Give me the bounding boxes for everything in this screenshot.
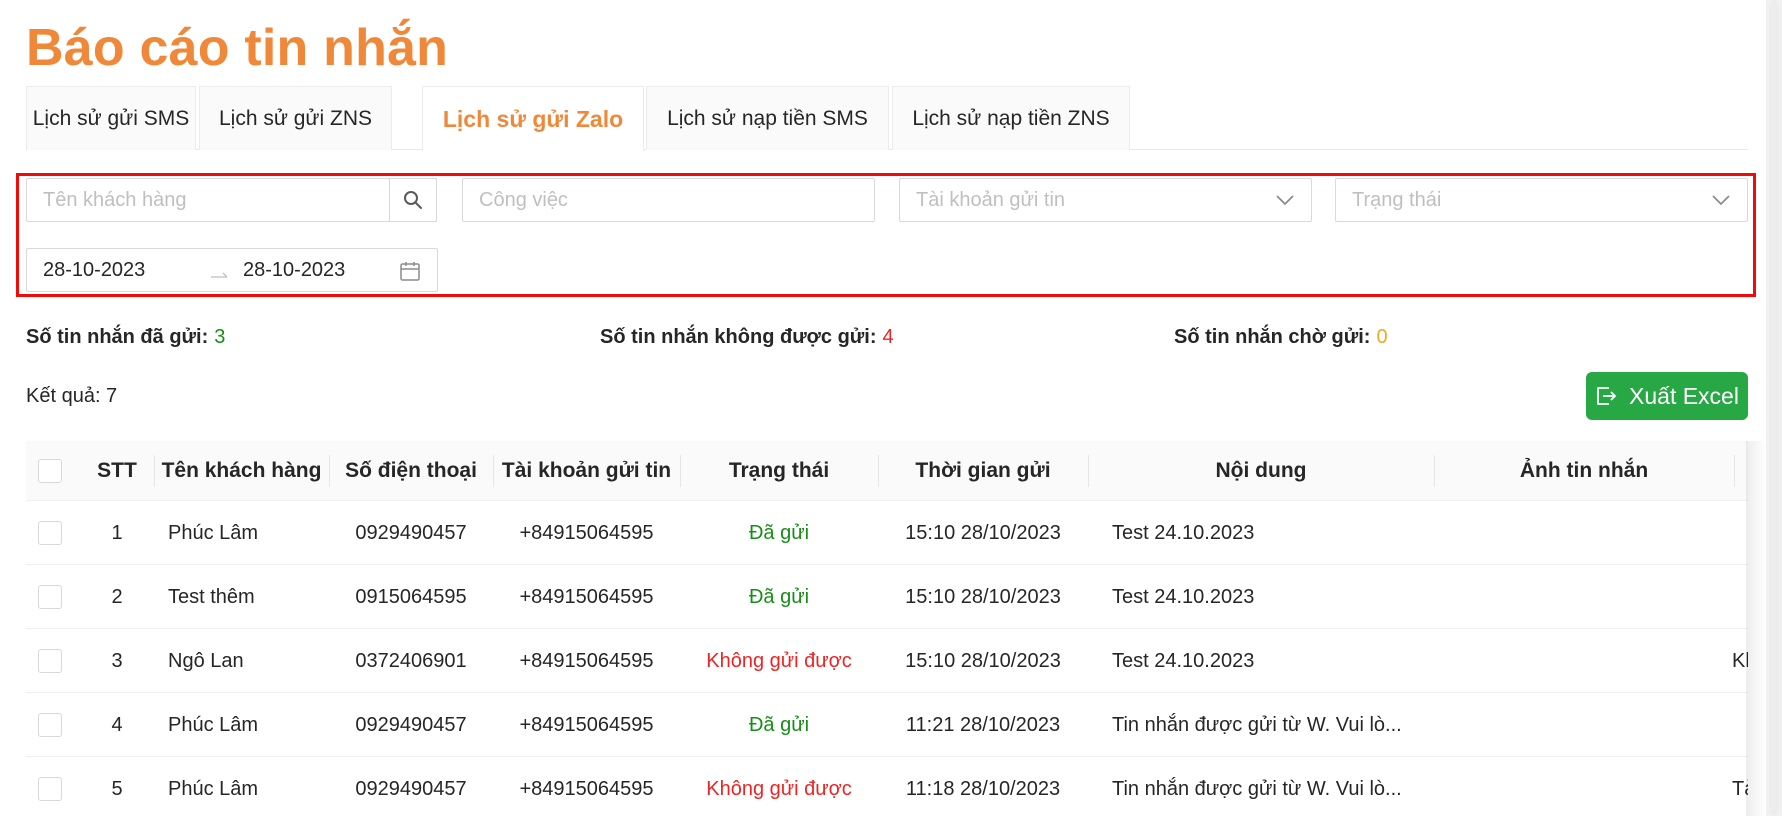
table-row[interactable]: 5 Phúc Lâm 0929490457 +84915064595 Không…: [26, 757, 1748, 816]
message-table: STT Tên khách hàng Số điện thoại Tài kho…: [26, 441, 1748, 816]
stat-sent: Số tin nhắn đã gửi: 3: [26, 326, 225, 349]
cell-customer-name: Phúc Lâm: [168, 713, 259, 736]
cell-phone: 0929490457: [355, 713, 467, 736]
cell-phone: 0915064595: [355, 585, 467, 608]
job-field[interactable]: [479, 188, 874, 212]
stat-failed: Số tin nhắn không được gửi: 4: [600, 326, 894, 349]
cell-status: Đã gửi: [748, 713, 810, 736]
account-select[interactable]: Tài khoản gửi tin: [899, 178, 1312, 222]
cell-send-time: 15:10 28/10/2023: [905, 649, 1061, 672]
chevron-down-icon: [1712, 195, 1730, 206]
cell-content: Test 24.10.2023: [1112, 649, 1255, 672]
cell-customer-name: Phúc Lâm: [168, 521, 259, 544]
cell-stt: 2: [111, 585, 123, 608]
tab-sms-history[interactable]: Lịch sử gửi SMS: [26, 86, 196, 150]
stat-pending-value: 0: [1376, 326, 1388, 348]
cell-sending-account: +84915064595: [519, 713, 654, 736]
search-button[interactable]: [389, 178, 437, 222]
cell-status: Đã gửi: [748, 521, 810, 544]
col-customer-name: Tên khách hàng: [161, 459, 322, 482]
cell-send-time: 11:21 28/10/2023: [905, 713, 1061, 736]
cell-stt: 3: [111, 649, 123, 672]
row-checkbox[interactable]: [38, 649, 62, 673]
cell-phone: 0929490457: [355, 521, 467, 544]
col-status: Trạng thái: [728, 459, 830, 482]
page-title: Báo cáo tin nhắn: [26, 19, 449, 77]
table-row[interactable]: 1 Phúc Lâm 0929490457 +84915064595 Đã gử…: [26, 501, 1748, 565]
cell-phone: 0929490457: [355, 777, 467, 800]
search-icon: [404, 191, 422, 209]
job-input[interactable]: [462, 178, 875, 222]
date-from[interactable]: 28-10-2023: [43, 259, 145, 282]
status-select-placeholder: Trạng thái: [1352, 188, 1442, 211]
result-count: Kết quả: 7: [26, 385, 118, 407]
range-separator-icon: [211, 272, 228, 278]
stat-sent-label: Số tin nhắn đã gửi:: [26, 326, 209, 348]
stat-pending: Số tin nhắn chờ gửi: 0: [1174, 326, 1388, 349]
cell-content: Tin nhắn được gửi từ W. Vui lò...: [1112, 713, 1402, 736]
col-message-image: Ảnh tin nhắn: [1519, 459, 1649, 482]
cell-stt: 4: [111, 713, 123, 736]
date-to[interactable]: 28-10-2023: [243, 259, 345, 282]
table-row[interactable]: 2 Test thêm 0915064595 +84915064595 Đã g…: [26, 565, 1748, 629]
page-scrollbar[interactable]: [1766, 0, 1782, 816]
select-all-checkbox[interactable]: [38, 459, 62, 483]
col-sending-account: Tài khoản gửi tin: [501, 459, 672, 482]
table-row[interactable]: 3 Ngô Lan 0372406901 +84915064595 Không …: [26, 629, 1748, 693]
cell-stt: 1: [111, 521, 123, 544]
cell-sending-account: +84915064595: [519, 585, 654, 608]
tab-sms-topup-history[interactable]: Lịch sử nạp tiền SMS: [646, 86, 889, 150]
customer-name-input[interactable]: [26, 178, 390, 222]
cell-status: Đã gửi: [748, 585, 810, 608]
col-send-time: Thời gian gửi: [915, 459, 1051, 482]
tab-zalo-history[interactable]: Lịch sử gửi Zalo: [422, 86, 644, 151]
col-phone: Số điện thoại: [345, 459, 477, 482]
stat-sent-value: 3: [214, 326, 226, 348]
cell-content: Test 24.10.2023: [1112, 585, 1255, 608]
stat-failed-value: 4: [882, 326, 894, 348]
cell-customer-name: Test thêm: [168, 585, 255, 608]
stat-failed-label: Số tin nhắn không được gửi:: [600, 326, 877, 348]
cell-content: Test 24.10.2023: [1112, 521, 1255, 544]
calendar-icon: [400, 262, 420, 281]
export-excel-button[interactable]: Xuất Excel: [1586, 372, 1748, 420]
cell-customer-name: Phúc Lâm: [168, 777, 259, 800]
col-content: Nội dung: [1215, 459, 1307, 482]
row-checkbox[interactable]: [38, 585, 62, 609]
col-stt: STT: [97, 459, 137, 482]
cell-sending-account: +84915064595: [519, 521, 654, 544]
cell-status: Không gửi được: [706, 777, 852, 800]
cell-stt: 5: [111, 777, 123, 800]
report-tabs: Lịch sử gửi SMS Lịch sử gửi ZNS Lịch sử …: [26, 86, 1748, 151]
row-checkbox[interactable]: [38, 521, 62, 545]
table-header: STT Tên khách hàng Số điện thoại Tài kho…: [26, 441, 1748, 501]
status-select[interactable]: Trạng thái: [1335, 178, 1748, 222]
scrollbar-thumb[interactable]: [1769, 0, 1779, 816]
export-icon: [1597, 387, 1617, 405]
cell-sending-account: +84915064595: [519, 777, 654, 800]
cell-status: Không gửi được: [706, 649, 852, 672]
customer-name-field[interactable]: [43, 188, 389, 212]
cell-send-time: 11:18 28/10/2023: [905, 777, 1061, 800]
date-range-picker[interactable]: 28-10-2023 28-10-2023: [26, 248, 438, 292]
account-select-placeholder: Tài khoản gửi tin: [916, 188, 1066, 211]
chevron-down-icon: [1276, 195, 1294, 206]
row-checkbox[interactable]: [38, 713, 62, 737]
stat-pending-label: Số tin nhắn chờ gửi:: [1174, 326, 1371, 348]
cell-sending-account: +84915064595: [519, 649, 654, 672]
cell-send-time: 15:10 28/10/2023: [905, 585, 1061, 608]
table-row[interactable]: 4 Phúc Lâm 0929490457 +84915064595 Đã gử…: [26, 693, 1748, 757]
export-excel-label: Xuất Excel: [1629, 382, 1739, 409]
cell-content: Tin nhắn được gửi từ W. Vui lò...: [1112, 777, 1402, 800]
row-checkbox[interactable]: [38, 777, 62, 801]
tab-zns-topup-history[interactable]: Lịch sử nạp tiền ZNS: [892, 86, 1130, 150]
cell-customer-name: Ngô Lan: [168, 649, 244, 672]
cell-send-time: 15:10 28/10/2023: [905, 521, 1061, 544]
cell-phone: 0372406901: [355, 649, 467, 672]
table-scroll-shadow: [1746, 441, 1766, 816]
tab-zns-history[interactable]: Lịch sử gửi ZNS: [199, 86, 392, 150]
